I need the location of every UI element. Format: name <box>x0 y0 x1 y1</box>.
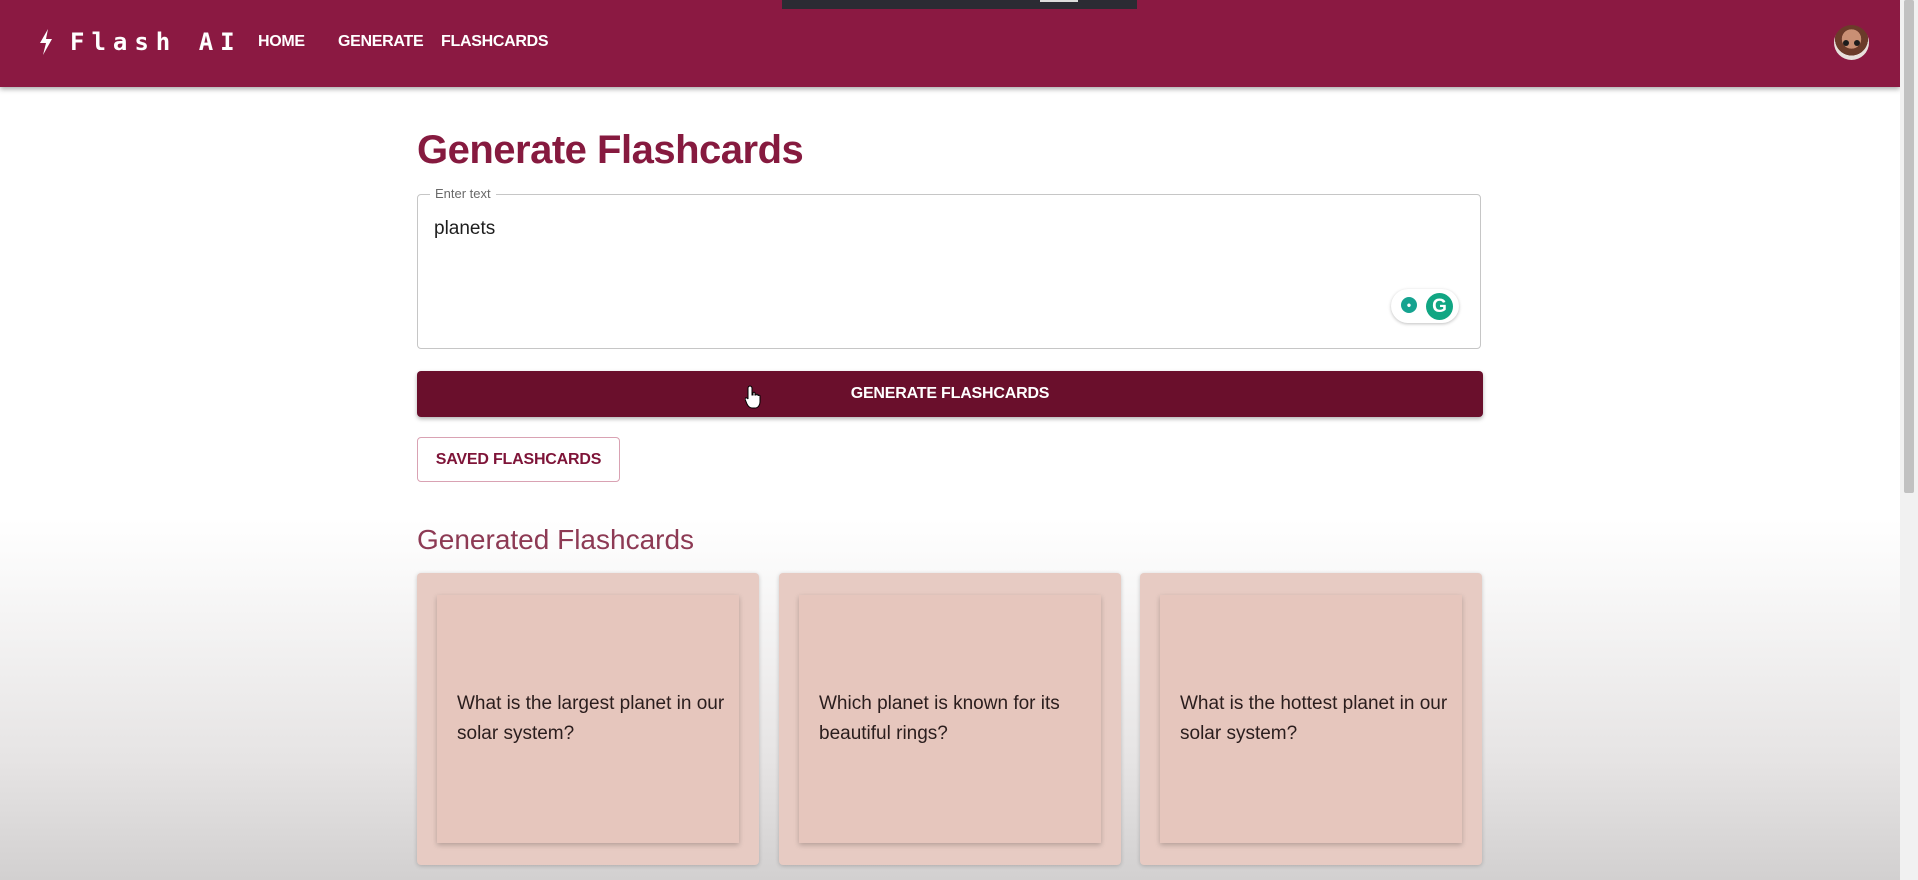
saved-flashcards-button[interactable]: SAVED FLASHCARDS <box>417 437 620 482</box>
flashcard-question: What is the hottest planet in our solar … <box>1180 693 1448 744</box>
screen-share-bar <box>782 0 1137 9</box>
avatar-eye <box>1843 40 1849 46</box>
flashcard-face[interactable]: What is the largest planet in our solar … <box>437 595 739 843</box>
app-bar: Flash AI HOME GENERATE FLASHCARDS <box>0 0 1900 87</box>
nav-home[interactable]: HOME <box>258 33 305 51</box>
flashcard[interactable]: Which planet is known for its beautiful … <box>779 573 1121 865</box>
brand[interactable]: Flash AI <box>38 28 242 56</box>
bolt-icon <box>40 29 52 55</box>
generated-flashcards-title: Generated Flashcards <box>417 524 695 555</box>
grammarly-logo-icon[interactable]: G <box>1426 293 1453 320</box>
hand-cursor-icon <box>745 385 761 409</box>
scrollbar-thumb[interactable] <box>1904 0 1914 493</box>
avatar-eye <box>1854 40 1860 46</box>
grammarly-widget[interactable]: • G <box>1391 289 1459 323</box>
flashcard[interactable]: What is the hottest planet in our solar … <box>1140 573 1482 865</box>
text-input-label: Enter text <box>430 186 496 201</box>
nav-flashcards[interactable]: FLASHCARDS <box>441 33 549 51</box>
page-title: Generate Flashcards <box>417 128 804 172</box>
flashcard-face[interactable]: What is the hottest planet in our solar … <box>1160 595 1462 843</box>
grammarly-suggestion-icon[interactable]: • <box>1401 297 1417 313</box>
text-input-field[interactable]: Enter text planets • G <box>417 186 1481 349</box>
flashcard[interactable]: What is the largest planet in our solar … <box>417 573 759 865</box>
avatar[interactable] <box>1834 25 1869 60</box>
text-input-value[interactable]: planets <box>434 218 495 240</box>
brand-name: Flash AI <box>70 28 242 56</box>
flashcard-question: What is the largest planet in our solar … <box>457 693 725 744</box>
generate-flashcards-button[interactable]: GENERATE FLASHCARDS <box>417 371 1483 417</box>
flashcard-face[interactable]: Which planet is known for its beautiful … <box>799 595 1101 843</box>
nav-generate[interactable]: GENERATE <box>338 33 424 51</box>
flashcard-question: Which planet is known for its beautiful … <box>819 693 1060 744</box>
